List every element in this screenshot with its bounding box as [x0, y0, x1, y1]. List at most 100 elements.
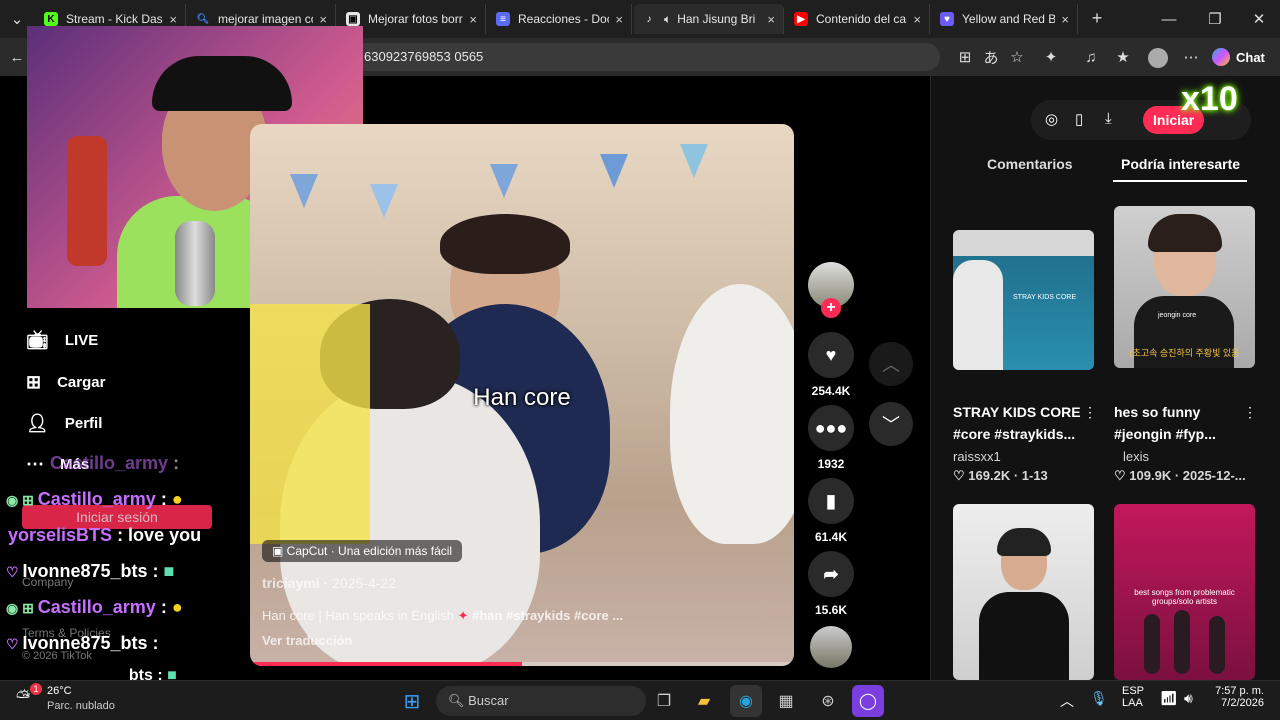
tab-youtube[interactable]: ▶ Contenido del cana ×	[786, 4, 930, 34]
close-window-icon[interactable]: ✕	[1250, 10, 1268, 28]
maximize-icon[interactable]: ❐	[1206, 10, 1224, 28]
docs-icon: ≡	[496, 12, 510, 26]
obs-icon[interactable]: ⊛	[812, 685, 844, 717]
tab-tiktok[interactable]: ♪ 🔈︎ Han Jisung Bri ×	[634, 4, 784, 34]
more-menu-icon[interactable]: ⋯	[1182, 48, 1200, 66]
microphone-icon[interactable]: 🎙︎	[1090, 690, 1108, 707]
download-icon[interactable]: ⤓	[1105, 110, 1112, 127]
close-tab-icon[interactable]: ×	[319, 12, 327, 27]
url-field[interactable]: 630923769853 0565	[340, 43, 940, 71]
right-panel: ◎ ▯ ⤓ Iniciar x10 Comentarios Podría int…	[930, 76, 1280, 680]
tiktok-icon: ♪	[646, 13, 652, 25]
comment-button[interactable]: ●●● 1932	[808, 405, 854, 471]
translate-link[interactable]: Ver traducción	[262, 633, 352, 648]
taskbar-search[interactable]: 🔍︎ Buscar	[436, 686, 646, 716]
weather-temp[interactable]: 26°C	[47, 685, 72, 697]
nav-upload[interactable]: ⊞ Cargar	[26, 372, 105, 393]
taskbar: ⛅︎ 1 26°C Parc. nublado ⊞ 🔍︎ Buscar ❐ ▰ …	[0, 680, 1280, 720]
avatar	[810, 626, 852, 668]
next-video-button[interactable]: ﹀	[869, 402, 913, 446]
close-tab-icon[interactable]: ×	[767, 12, 775, 27]
active-tab-indicator	[1113, 180, 1247, 182]
share-button[interactable]: ➦ 15.6K	[808, 551, 854, 617]
tab-comments[interactable]: Comentarios	[987, 156, 1073, 172]
upload-icon: ⊞	[26, 372, 42, 392]
tab-list-icon[interactable]: ⌄	[8, 10, 26, 28]
tab-suggested[interactable]: Podría interesarte	[1121, 156, 1240, 172]
heart-icon: ♥	[808, 332, 854, 378]
notification-badge: 1	[30, 683, 42, 695]
capcut-icon: ▣	[272, 544, 287, 558]
chat-message: Castillo_army :	[50, 453, 180, 473]
wifi-icon[interactable]: 📶︎	[1160, 690, 1178, 707]
top-controls: ◎ ▯ ⤓ Iniciar x10	[1031, 80, 1251, 140]
save-button[interactable]: ▮ 61.4K	[808, 478, 854, 544]
copilot-chat-button[interactable]: Chat	[1212, 46, 1265, 68]
chat-message: ♡ Ivonne875_bts :	[6, 633, 159, 653]
previous-video-button[interactable]: ︿	[869, 342, 913, 386]
compass-icon[interactable]: ◎	[1045, 110, 1058, 128]
apps-icon[interactable]: ⊞	[956, 48, 974, 66]
chat-message: yorselisBTS : love you	[8, 525, 202, 545]
file-explorer-icon[interactable]: ▰	[688, 685, 720, 717]
edge-icon[interactable]: ◉	[730, 685, 762, 717]
close-tab-icon[interactable]: ×	[469, 12, 477, 27]
comment-icon: ●●●	[808, 405, 854, 451]
chat-message: ♡ Ivonne875_bts : ■	[6, 561, 175, 581]
windows-start-icon[interactable]: ⊞	[396, 685, 428, 717]
more-options-icon[interactable]: ⋮	[1083, 404, 1097, 421]
video-title[interactable]: hes so funny #jeongin #fyp...	[1114, 401, 1255, 445]
chevron-up-icon: ︿	[882, 355, 900, 375]
more-options-icon[interactable]: ⋮	[1243, 404, 1257, 421]
weather-desc[interactable]: Parc. nublado	[47, 700, 115, 712]
nav-live[interactable]: 📺︎ LIVE	[26, 330, 98, 351]
avatar[interactable]	[1148, 48, 1168, 68]
author-avatar[interactable]: +	[808, 262, 854, 318]
search-icon: 🔍︎	[448, 693, 465, 708]
phone-icon[interactable]: ▯	[1075, 110, 1083, 128]
volume-icon[interactable]: 🔊︎	[1184, 690, 1193, 707]
extensions-icon[interactable]: ✦	[1042, 48, 1060, 66]
bunting-decoration	[680, 144, 708, 178]
sound-avatar[interactable]	[808, 626, 854, 668]
follow-plus-icon[interactable]: +	[821, 298, 841, 318]
video-author[interactable]: raissxx1	[953, 449, 1001, 464]
video-thumbnail[interactable]	[953, 504, 1094, 680]
like-button[interactable]: ♥ 254.4K	[808, 332, 854, 398]
video-title[interactable]: STRAY KIDS CORE #core #straykids...	[953, 401, 1094, 445]
tab-yellow-red[interactable]: ♥ Yellow and Red Bri ×	[932, 4, 1078, 34]
video-player[interactable]: Han core ▣ CapCut · Una edición más fáci…	[250, 124, 794, 666]
video-author[interactable]: triciaymi · 2025-4-22	[262, 575, 396, 591]
video-thumbnail[interactable]: STRAY KIDS CORE	[953, 230, 1094, 370]
close-tab-icon[interactable]: ×	[169, 12, 177, 27]
bunting-decoration	[290, 174, 318, 208]
back-icon[interactable]: ←	[8, 48, 26, 66]
close-tab-icon[interactable]: ×	[1061, 12, 1069, 27]
media-icon[interactable]: ♫	[1082, 48, 1100, 66]
clock[interactable]: 7:57 p. m. 7/2/2026	[1212, 685, 1264, 709]
video-thumbnail[interactable]: best songs from problematic groups/solo …	[1114, 504, 1255, 680]
favorites-icon[interactable]: ★	[1114, 48, 1132, 66]
person-hair	[440, 214, 570, 274]
chat-message: ◉ ⊞ Castillo_army : ●	[6, 489, 183, 509]
tab-reacciones[interactable]: ≡ Reacciones - Doc ×	[488, 4, 632, 34]
bunting-decoration	[490, 164, 518, 198]
chevron-up-icon[interactable]: ︿	[1060, 691, 1074, 711]
minimize-icon[interactable]: —	[1160, 10, 1178, 28]
task-view-icon[interactable]: ❐	[648, 685, 680, 717]
capcut-badge[interactable]: ▣ CapCut · Una edición más fácil	[262, 540, 463, 562]
store-icon[interactable]: ▦	[770, 685, 802, 717]
video-thumbnail[interactable]: jeongin core (초고속 승진하의 주황빛 있음	[1114, 206, 1255, 368]
language-indicator[interactable]: ESP LAA	[1122, 685, 1144, 709]
video-author[interactable]: lexis	[1123, 449, 1149, 464]
close-tab-icon[interactable]: ×	[615, 12, 623, 27]
translate-icon[interactable]: あ	[982, 48, 1000, 67]
nav-profile[interactable]: 👤︎ Perfil	[26, 413, 102, 434]
new-tab-button[interactable]: +	[1088, 8, 1106, 28]
close-tab-icon[interactable]: ×	[913, 12, 921, 27]
progress-track[interactable]	[250, 662, 794, 666]
progress-fill	[250, 662, 522, 666]
video-caption: Han core	[473, 384, 571, 411]
app-icon[interactable]: ◯	[852, 685, 884, 717]
favorite-star-icon[interactable]: ☆	[1008, 48, 1026, 66]
